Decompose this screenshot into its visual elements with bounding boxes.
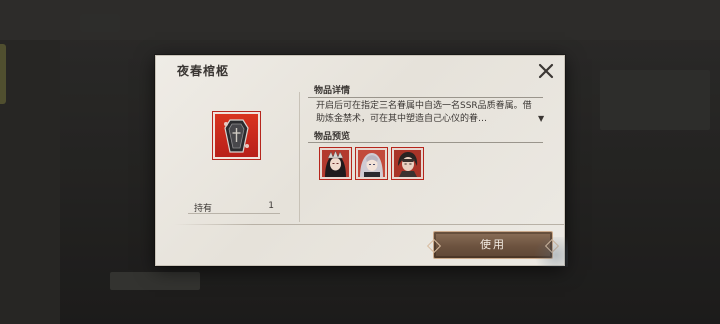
coffin-icon <box>224 119 249 153</box>
character-portrait-2-icon <box>358 150 385 177</box>
preview-character-3[interactable] <box>391 147 424 180</box>
item-description: 开启后可在指定三名眷属中自选一名SSR品质眷属。借助炼金禁术，可在其中塑造自己心… <box>316 101 532 124</box>
column-divider <box>299 92 300 222</box>
item-detail-dialog: 夜春棺柩 持有 1 物品详情 开启后可在指定三名眷属中自选一名SSR品质眷属。借… <box>155 55 568 267</box>
preview-header-rule <box>308 142 543 143</box>
character-portrait-3-icon <box>394 150 421 177</box>
close-x-icon <box>538 63 554 79</box>
corner-decoration <box>528 237 568 267</box>
preview-character-1[interactable] <box>319 147 352 180</box>
footer-divider <box>174 224 564 225</box>
expand-description-icon[interactable]: ▼ <box>538 114 544 123</box>
close-button[interactable] <box>536 61 556 81</box>
details-header: 物品详情 <box>314 86 351 96</box>
holdings-row: 持有 1 <box>188 198 280 214</box>
item-icon-frame <box>212 111 261 160</box>
holdings-label: 持有 <box>194 204 213 214</box>
dialog-title: 夜春棺柩 <box>177 64 230 78</box>
preview-header: 物品预览 <box>314 132 351 142</box>
details-header-rule <box>308 97 543 98</box>
holdings-count: 1 <box>268 201 274 211</box>
preview-character-2[interactable] <box>355 147 388 180</box>
character-portrait-1-icon <box>322 150 349 177</box>
